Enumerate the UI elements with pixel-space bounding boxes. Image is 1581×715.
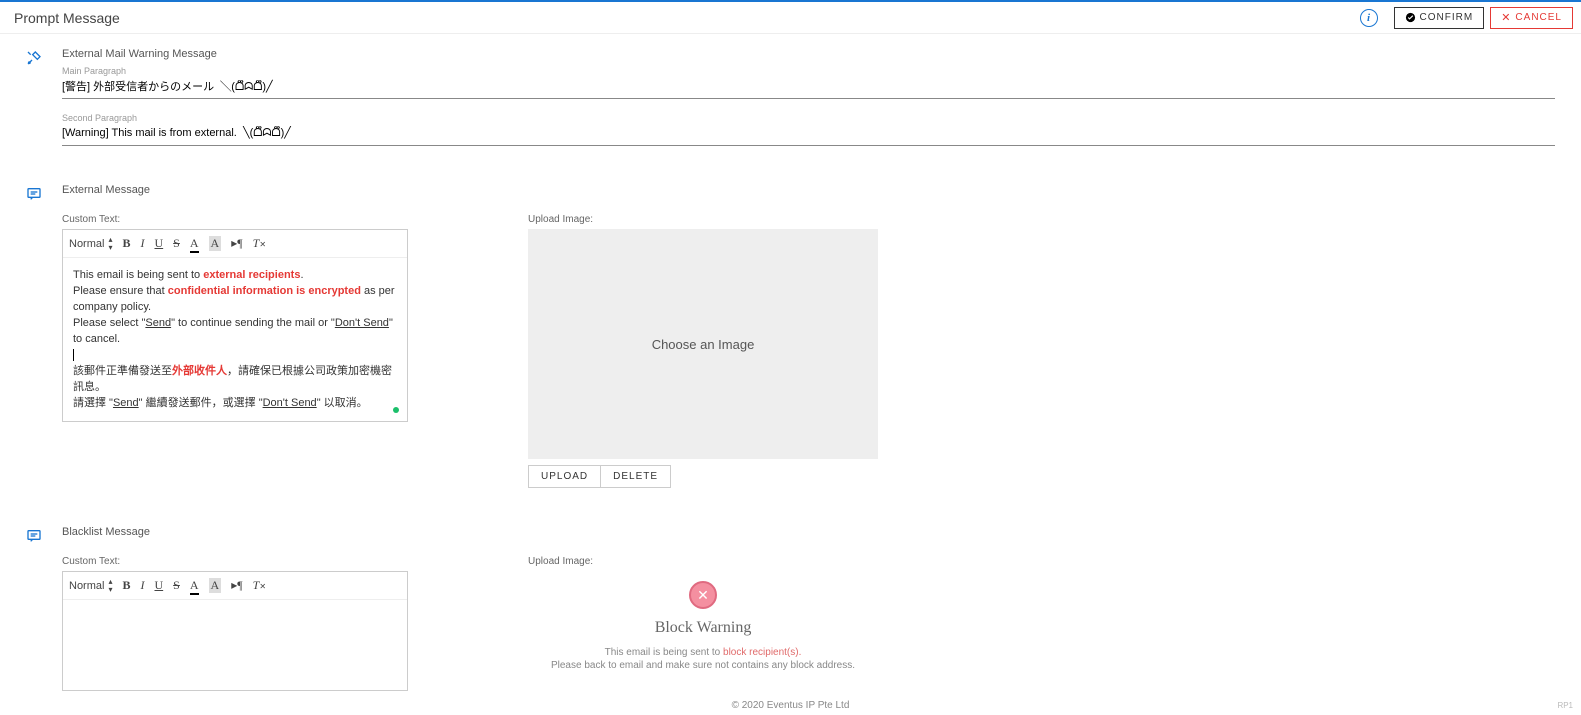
rte-content[interactable]: This email is being sent to external rec… (63, 258, 407, 421)
section-title: Blacklist Message (62, 526, 1555, 538)
delete-button[interactable]: DELETE (601, 465, 671, 488)
upload-image-label: Upload Image: (528, 556, 878, 567)
check-circle-icon (1405, 12, 1416, 23)
copyright-text: © 2020 Eventus IP Pte Ltd (732, 700, 850, 711)
page-footer: © 2020 Eventus IP Pte Ltd RP1 (0, 695, 1581, 715)
section-blacklist: Blacklist Message Custom Text: Normal▴▾ … (6, 514, 1575, 691)
page-header: Prompt Message i CONFIRM ✕ CANCEL (0, 2, 1581, 34)
message-icon (26, 528, 42, 544)
tools-icon (26, 50, 42, 66)
close-icon: ✕ (1501, 11, 1511, 24)
block-warning-preview: ✕ Block Warning This email is being sent… (528, 571, 878, 673)
text-cursor (73, 349, 74, 361)
section-external: External Message Custom Text: Normal▴▾ B… (6, 172, 1575, 488)
bold-button[interactable]: B (122, 236, 130, 251)
block-warning-line: Please back to email and make sure not c… (551, 660, 855, 671)
rte-toolbar: Normal▴▾ B I U S A A ▸¶ T✕ (63, 572, 407, 600)
strike-button[interactable]: S (173, 578, 180, 593)
confirm-button[interactable]: CONFIRM (1394, 7, 1485, 29)
clear-format-button[interactable]: T✕ (253, 578, 266, 593)
upload-image-label: Upload Image: (528, 214, 878, 225)
rtl-button[interactable]: ▸¶ (231, 578, 242, 593)
page-title: Prompt Message (8, 10, 120, 26)
block-warning-line: This email is being sent to block recipi… (605, 647, 802, 658)
rte-content[interactable] (63, 600, 407, 690)
message-icon (26, 186, 42, 202)
bold-button[interactable]: B (122, 578, 130, 593)
block-warning-title: Block Warning (655, 619, 752, 637)
clear-format-button[interactable]: T✕ (253, 236, 266, 251)
text-color-button[interactable]: A (190, 236, 199, 251)
underline-button[interactable]: U (154, 236, 163, 251)
section-title: External Message (62, 184, 1555, 196)
rtl-button[interactable]: ▸¶ (231, 236, 242, 251)
rich-text-editor: Normal▴▾ B I U S A A ▸¶ T✕ (62, 229, 408, 422)
upload-button[interactable]: UPLOAD (528, 465, 601, 488)
info-icon[interactable]: i (1360, 9, 1378, 27)
bg-color-button[interactable]: A (209, 236, 222, 251)
status-dot-icon (393, 407, 399, 413)
block-warning-icon: ✕ (689, 581, 717, 609)
image-dropzone[interactable]: Choose an Image (528, 229, 878, 459)
main-paragraph-input[interactable] (62, 76, 1555, 99)
cancel-button[interactable]: ✕ CANCEL (1490, 7, 1573, 29)
format-select[interactable]: Normal▴▾ (69, 236, 112, 252)
section-title: External Mail Warning Message (62, 48, 1555, 60)
main-paragraph-label: Main Paragraph (62, 66, 1555, 76)
second-paragraph-label: Second Paragraph (62, 113, 1555, 123)
rich-text-editor: Normal▴▾ B I U S A A ▸¶ T✕ (62, 571, 408, 691)
section-warning: External Mail Warning Message Main Parag… (6, 36, 1575, 146)
page-body: External Mail Warning Message Main Parag… (6, 36, 1575, 693)
footer-tag: RP1 (1557, 701, 1573, 710)
rte-toolbar: Normal▴▾ B I U S A A ▸¶ T✕ (63, 230, 407, 258)
text-color-button[interactable]: A (190, 578, 199, 593)
custom-text-label: Custom Text: (62, 214, 408, 225)
custom-text-label: Custom Text: (62, 556, 408, 567)
bg-color-button[interactable]: A (209, 578, 222, 593)
page: Prompt Message i CONFIRM ✕ CANCEL (0, 0, 1581, 715)
format-select[interactable]: Normal▴▾ (69, 578, 112, 594)
italic-button[interactable]: I (140, 236, 144, 251)
underline-button[interactable]: U (154, 578, 163, 593)
second-paragraph-input[interactable] (62, 123, 1555, 146)
updown-icon: ▴▾ (108, 236, 112, 252)
updown-icon: ▴▾ (108, 578, 112, 594)
strike-button[interactable]: S (173, 236, 180, 251)
italic-button[interactable]: I (140, 578, 144, 593)
